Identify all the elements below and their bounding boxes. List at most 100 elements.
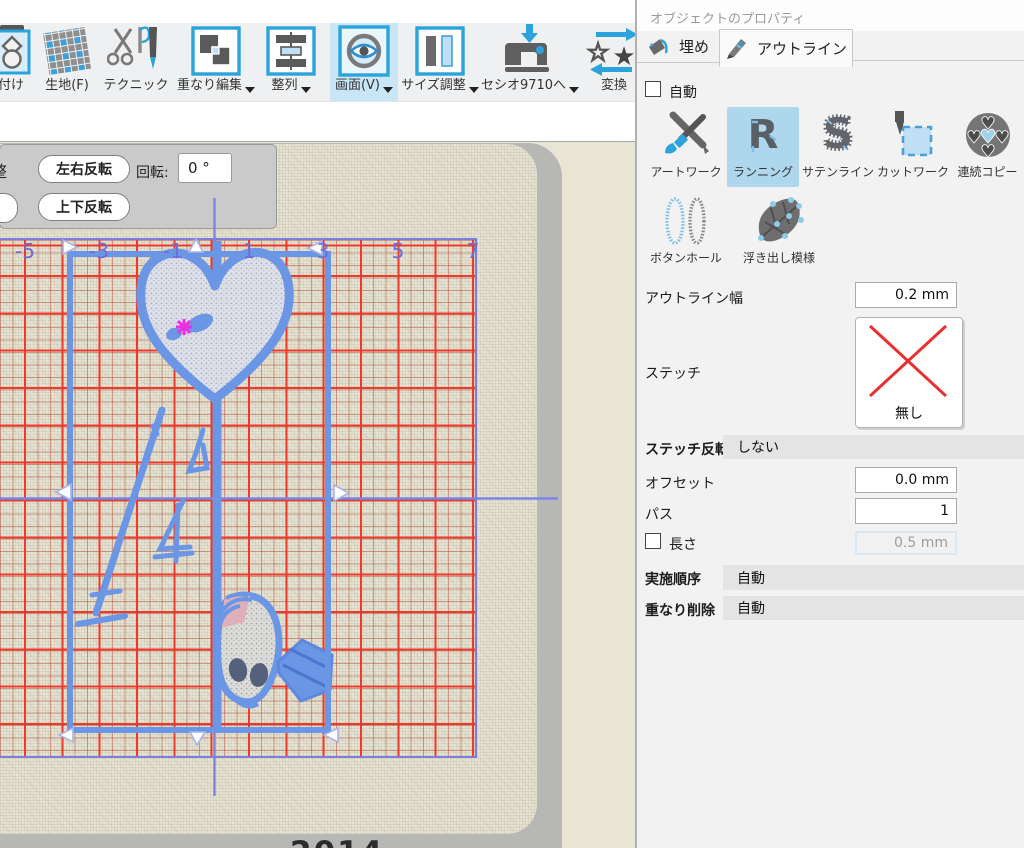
length-label: 長さ xyxy=(669,534,697,554)
svg-text:♥: ♥ xyxy=(994,128,1009,148)
handle-bottom-mid[interactable] xyxy=(190,732,205,745)
panel-title: オブジェクトのプロパティ xyxy=(650,8,805,27)
dropdown-caret-icon xyxy=(301,87,311,93)
toolbar-label-convert: 変換 xyxy=(601,79,627,93)
satin-line-icon: S xyxy=(815,107,861,163)
ruler-tick: 1 xyxy=(243,239,256,263)
ruler-tick: -5 xyxy=(15,239,35,263)
handle-top-mid[interactable] xyxy=(189,239,203,252)
run-order-value: 自動 xyxy=(737,568,765,588)
toolbar-item-send-to-machine[interactable]: セシオ9710へ xyxy=(483,23,577,101)
repeat-copy-icon: ♥ ♥ ♥ ♥ ♥ xyxy=(962,107,1014,163)
skull-doodle[interactable] xyxy=(218,594,332,706)
stitch-type-label: ランニング xyxy=(733,163,793,180)
cutwork-icon xyxy=(887,107,939,163)
tab-fill-label: 埋め xyxy=(679,36,709,57)
artwork-icon xyxy=(659,107,713,163)
anchor-star-marker[interactable] xyxy=(176,319,192,335)
panel-divider xyxy=(635,0,637,848)
dropdown-caret-icon xyxy=(569,87,579,93)
stitch-none-label: 無し xyxy=(856,403,962,423)
stitch-type-emboss[interactable]: 浮き出し模様 xyxy=(733,193,825,273)
sewing-machine-icon xyxy=(499,23,561,79)
handle-bottom-left[interactable] xyxy=(59,728,73,742)
toolbar-item-technique[interactable]: テクニック xyxy=(100,23,172,101)
tab-outline-label: アウトライン xyxy=(757,38,847,59)
design-canvas[interactable]: -5 -3 -1 1 3 5 7 2014 整 左右反転 上下反転 回転: xyxy=(0,141,635,848)
stitch-pattern-button[interactable]: 無し xyxy=(855,317,963,428)
design-objects[interactable] xyxy=(78,241,332,728)
toolbar-label-send-to-machine: セシオ9710へ xyxy=(481,79,579,93)
offset-label: オフセット xyxy=(645,473,715,493)
svg-text:S: S xyxy=(823,110,853,158)
ruler-tick: -1 xyxy=(163,239,183,263)
tab-outline[interactable]: アウトライン xyxy=(719,29,853,67)
stitch-type-label: サテンライン xyxy=(802,163,874,180)
fabric-icon xyxy=(41,23,93,79)
toolbar-item-align[interactable]: 整列 xyxy=(258,23,324,101)
toolbar-item-paste[interactable]: 付け xyxy=(0,23,34,101)
toolbar-label-fabric: 生地(F) xyxy=(45,79,89,93)
emboss-pattern-icon xyxy=(751,193,807,249)
main-toolbar: 付け xyxy=(0,23,635,102)
stitch-type-label: カットワーク xyxy=(877,163,949,180)
toolbar-item-overlap-edit[interactable]: 重なり編集 xyxy=(176,23,256,101)
overlap-remove-label: 重なり削除 xyxy=(645,600,715,620)
stitch-type-cutwork[interactable]: カットワーク xyxy=(876,107,950,187)
stitch-label: ステッチ xyxy=(645,363,701,383)
convert-icon: ☆ ★ xyxy=(586,23,635,79)
stitch-reverse-value: しない xyxy=(737,437,779,457)
stitch-reverse-label: ステッチ反転 xyxy=(645,439,729,459)
svg-text:☆: ☆ xyxy=(586,38,609,68)
run-order-label: 実施順序 xyxy=(645,569,701,589)
outline-width-input[interactable] xyxy=(855,282,957,308)
running-stitch-icon: R xyxy=(740,107,786,163)
auto-label: 自動 xyxy=(669,82,697,102)
toolbar-item-convert[interactable]: ☆ ★ 変換 xyxy=(584,23,635,101)
scribble-numbers[interactable] xyxy=(78,410,207,624)
pass-input[interactable] xyxy=(855,498,957,524)
stitch-type-buttonhole[interactable]: ボタンホール xyxy=(648,193,724,273)
stitch-type-artwork[interactable]: アートワーク xyxy=(648,107,724,187)
toolbar-label-align: 整列 xyxy=(271,79,310,93)
ruler-tick: 7 xyxy=(467,239,480,263)
view-icon xyxy=(338,23,390,79)
toolbar-label-view: 画面(V) xyxy=(335,79,393,93)
ruler-tick: 5 xyxy=(392,239,405,263)
stitch-type-label: ボタンホール xyxy=(650,249,722,266)
stitch-type-label: アートワーク xyxy=(650,163,721,180)
tab-fill[interactable]: 埋め xyxy=(637,31,719,63)
dropdown-caret-icon xyxy=(383,87,393,93)
align-icon xyxy=(266,23,316,79)
dropdown-caret-icon xyxy=(245,87,255,93)
stitch-type-repeat-copy[interactable]: ♥ ♥ ♥ ♥ ♥ 連続コピー xyxy=(951,107,1024,187)
pencil-icon xyxy=(725,37,749,61)
stitch-type-label: 浮き出し模様 xyxy=(743,249,815,266)
toolbar-item-resize[interactable]: サイズ調整 xyxy=(402,23,478,101)
stitch-none-x-icon xyxy=(856,318,960,404)
overlap-remove-dropdown[interactable]: 自動 xyxy=(723,596,1024,620)
run-order-dropdown[interactable]: 自動 xyxy=(723,565,1024,590)
offset-input[interactable] xyxy=(855,467,957,493)
length-checkbox[interactable] xyxy=(645,533,661,549)
ruler-tick: 3 xyxy=(317,239,330,263)
toolbar-label-overlap-edit: 重なり編集 xyxy=(177,79,255,93)
application-window: 付け xyxy=(0,0,1024,848)
stitch-reverse-dropdown[interactable]: しない xyxy=(723,435,1024,459)
stitch-type-running-selected[interactable]: R ランニング xyxy=(727,107,799,187)
resize-icon xyxy=(415,23,465,79)
paint-bucket-icon xyxy=(647,36,671,58)
toolbar-item-view[interactable]: 画面(V) xyxy=(330,23,398,101)
buttonhole-icon xyxy=(660,193,712,249)
auto-checkbox[interactable] xyxy=(645,81,661,97)
toolbar-label-resize: サイズ調整 xyxy=(401,79,479,93)
length-input-disabled xyxy=(855,531,957,555)
overlap-remove-value: 自動 xyxy=(737,598,765,618)
svg-text:♥: ♥ xyxy=(979,126,996,148)
overlap-edit-icon xyxy=(191,23,241,79)
stitch-type-satin[interactable]: S サテンライン xyxy=(800,107,876,187)
stitch-type-label: 連続コピー xyxy=(957,163,1017,180)
toolbar-label-paste: 付け xyxy=(0,79,24,93)
toolbar-item-fabric[interactable]: 生地(F) xyxy=(36,23,98,101)
toolbar-label-technique: テクニック xyxy=(103,79,168,93)
